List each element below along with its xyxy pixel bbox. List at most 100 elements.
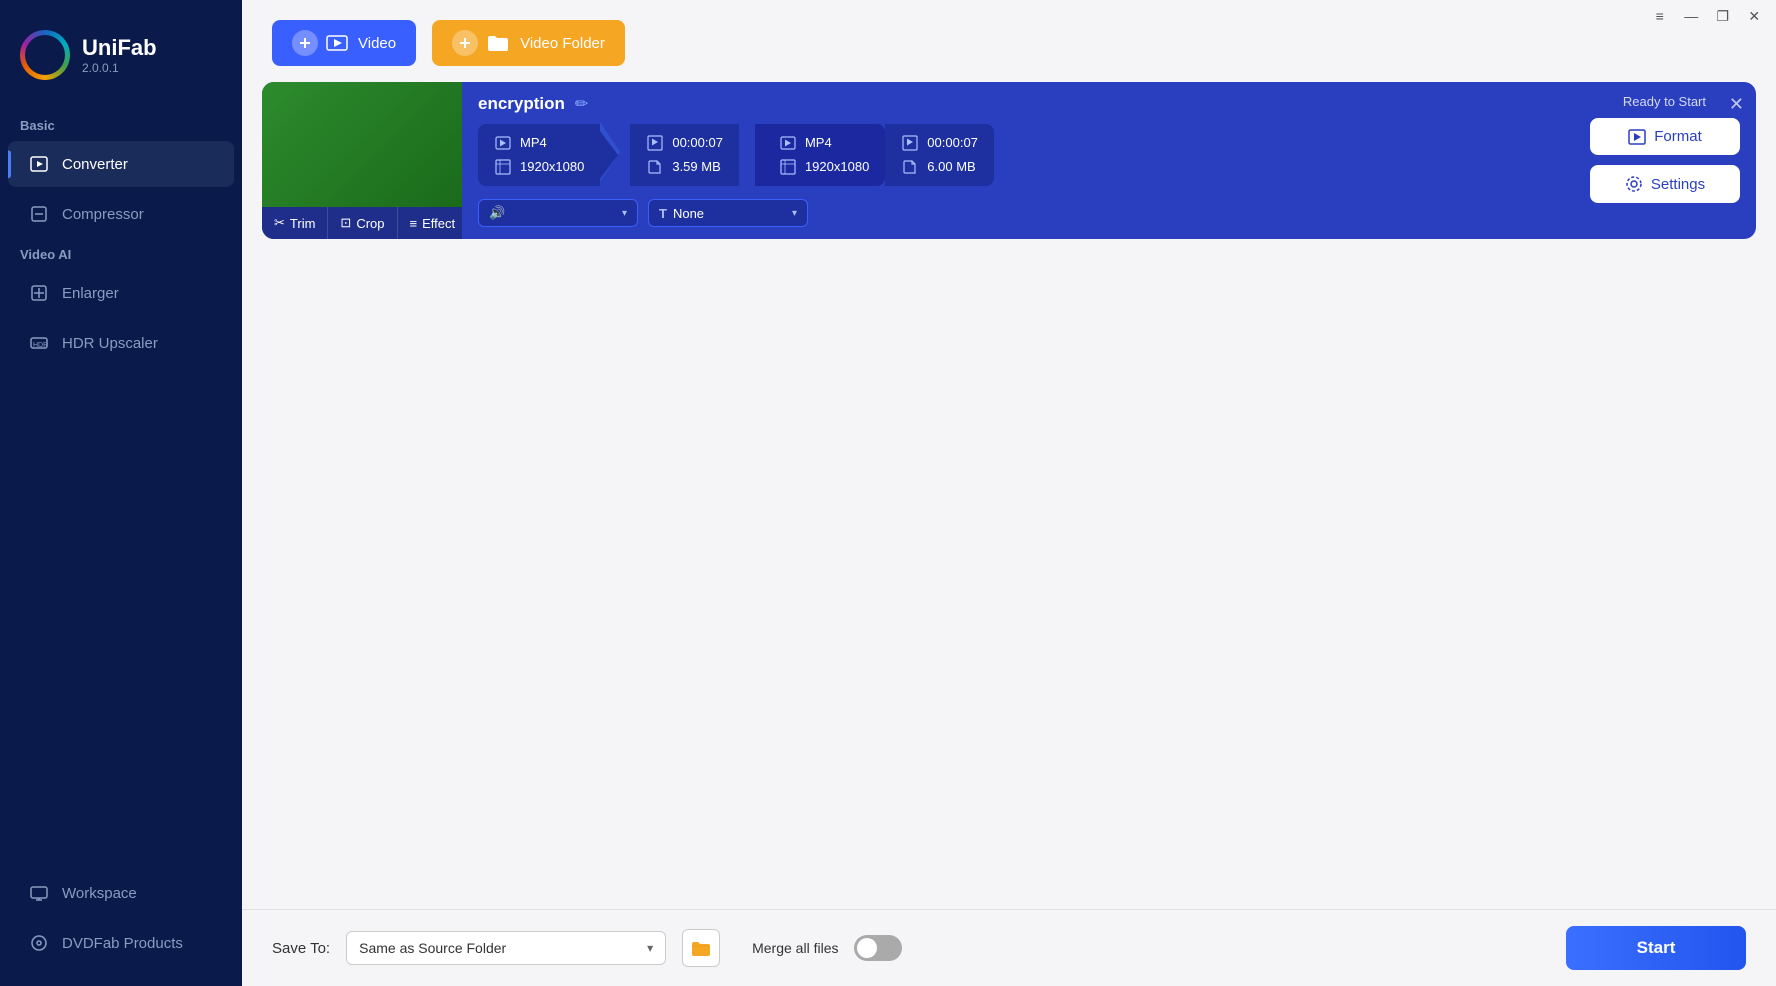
video-thumbnail: ✂ Trim ⊡ Crop ≡ Effect <box>262 82 462 239</box>
add-folder-plus-icon <box>452 30 478 56</box>
edit-title-icon[interactable]: ✏ <box>575 94 588 114</box>
crop-button[interactable]: ⊡ Crop <box>328 207 397 239</box>
video-dest-info: MP4 1920x1080 <box>755 124 885 186</box>
folder-browse-button[interactable] <box>682 929 720 967</box>
app-title: UniFab <box>82 35 157 61</box>
effect-label: Effect <box>422 216 455 231</box>
start-button[interactable]: Start <box>1566 926 1746 970</box>
sidebar-item-enlarger-label: Enlarger <box>62 285 119 302</box>
dest-format-icon <box>779 134 797 152</box>
video-info: encryption ✏ <box>462 82 1574 239</box>
video-meta-row: MP4 1920x1080 <box>478 122 1558 187</box>
sidebar-item-workspace[interactable]: Workspace <box>8 870 234 916</box>
dest-size-item: 6.00 MB <box>901 158 978 176</box>
app-version: 2.0.0.1 <box>82 61 157 75</box>
logo-area: UniFab 2.0.0.1 <box>0 20 242 110</box>
trim-icon: ✂ <box>274 215 285 231</box>
dest-format-value: MP4 <box>805 135 832 150</box>
ready-to-start-label: Ready to Start <box>1623 94 1706 109</box>
dest-resolution-item: 1920x1080 <box>779 158 869 176</box>
merge-toggle[interactable] <box>854 935 902 961</box>
dest-resolution-value: 1920x1080 <box>805 159 869 174</box>
sidebar-item-workspace-label: Workspace <box>62 885 137 902</box>
video-title-row: encryption ✏ <box>478 94 1558 114</box>
dest-size-icon <box>901 158 919 176</box>
svg-text:HDR: HDR <box>33 342 48 349</box>
sidebar-item-dvdfab-label: DVDFab Products <box>62 935 183 952</box>
dest-size-value: 6.00 MB <box>927 159 975 174</box>
sidebar-item-converter-label: Converter <box>62 156 128 173</box>
video-name: encryption <box>478 94 565 114</box>
compressor-icon <box>28 203 50 225</box>
save-path-chevron-icon: ▾ <box>647 941 653 955</box>
dest-format-item: MP4 <box>779 134 869 152</box>
close-button[interactable]: ✕ <box>1741 2 1769 30</box>
dest-resolution-icon <box>779 158 797 176</box>
settings-button[interactable]: Settings <box>1590 165 1740 203</box>
dvdfab-icon <box>28 932 50 954</box>
maximize-button[interactable]: ❐ <box>1709 2 1737 30</box>
format-button-label: Format <box>1654 128 1702 145</box>
source-duration-item: 00:00:07 <box>646 134 723 152</box>
video-actions: ✂ Trim ⊡ Crop ≡ Effect <box>262 207 462 239</box>
save-path-select[interactable]: Same as Source Folder ▾ <box>346 931 666 965</box>
thumbnail-preview <box>262 82 462 207</box>
media-selectors: 🔊 ▾ T None ▾ <box>478 199 1558 227</box>
menu-button[interactable]: ≡ <box>1646 2 1674 30</box>
source-resolution-item: 1920x1080 <box>494 158 584 176</box>
sidebar-item-compressor[interactable]: Compressor <box>8 191 234 237</box>
sidebar-item-hdr-upscaler[interactable]: HDR HDR Upscaler <box>8 320 234 366</box>
subtitle-select[interactable]: T None ▾ <box>648 199 808 227</box>
crop-label: Crop <box>356 216 384 231</box>
add-folder-button[interactable]: Video Folder <box>432 20 625 66</box>
add-folder-label: Video Folder <box>520 35 605 52</box>
effect-button[interactable]: ≡ Effect <box>398 207 468 239</box>
subtitle-text-icon: T <box>659 206 667 221</box>
app-logo-icon <box>20 30 70 80</box>
toggle-knob <box>857 938 877 958</box>
merge-label: Merge all files <box>752 940 838 956</box>
subtitle-value: None <box>673 206 704 221</box>
converter-icon <box>28 153 50 175</box>
subtitle-chevron-icon: ▾ <box>792 208 797 219</box>
video-card: ✂ Trim ⊡ Crop ≡ Effect enc <box>262 82 1756 239</box>
audio-track-select[interactable]: 🔊 ▾ <box>478 199 638 227</box>
source-format-item: MP4 <box>494 134 584 152</box>
audio-icon: 🔊 <box>489 205 505 221</box>
bottom-bar: Save To: Same as Source Folder ▾ Merge a… <box>242 909 1776 986</box>
workspace-icon <box>28 882 50 904</box>
trim-button[interactable]: ✂ Trim <box>262 207 328 239</box>
source-duration-icon <box>646 134 664 152</box>
title-bar: ≡ — ❐ ✕ <box>1646 0 1776 32</box>
source-duration-value: 00:00:07 <box>672 135 723 150</box>
sidebar-item-dvdfab[interactable]: DVDFab Products <box>8 920 234 966</box>
add-video-button[interactable]: Video <box>272 20 416 66</box>
sidebar: UniFab 2.0.0.1 Basic Converter Compresso… <box>0 0 242 986</box>
main-content: Video Video Folder ✂ <box>242 0 1776 986</box>
audio-chevron-icon: ▾ <box>622 208 627 219</box>
dest-duration-icon <box>901 134 919 152</box>
minimize-button[interactable]: — <box>1678 2 1706 30</box>
source-resolution-value: 1920x1080 <box>520 159 584 174</box>
hdr-upscaler-icon: HDR <box>28 332 50 354</box>
card-close-button[interactable]: ✕ <box>1729 94 1744 115</box>
source-size-icon <box>646 158 664 176</box>
sidebar-section-video-ai: Video AI <box>0 239 242 268</box>
sidebar-item-enlarger[interactable]: Enlarger <box>8 270 234 316</box>
sidebar-item-converter[interactable]: Converter <box>8 141 234 187</box>
logo-text: UniFab 2.0.0.1 <box>82 35 157 75</box>
source-size-value: 3.59 MB <box>672 159 720 174</box>
format-button[interactable]: Format <box>1590 118 1740 155</box>
settings-button-label: Settings <box>1651 176 1705 193</box>
enlarger-icon <box>28 282 50 304</box>
save-to-label: Save To: <box>272 940 330 957</box>
effect-icon: ≡ <box>410 216 418 231</box>
source-resolution-icon <box>494 158 512 176</box>
source-format-icon <box>494 134 512 152</box>
source-size-item: 3.59 MB <box>646 158 723 176</box>
toolbar: Video Video Folder <box>242 0 1776 82</box>
sidebar-item-hdr-upscaler-label: HDR Upscaler <box>62 335 158 352</box>
dest-duration-item: 00:00:07 <box>901 134 978 152</box>
video-list-area: ✂ Trim ⊡ Crop ≡ Effect enc <box>242 82 1776 909</box>
crop-icon: ⊡ <box>340 215 351 231</box>
